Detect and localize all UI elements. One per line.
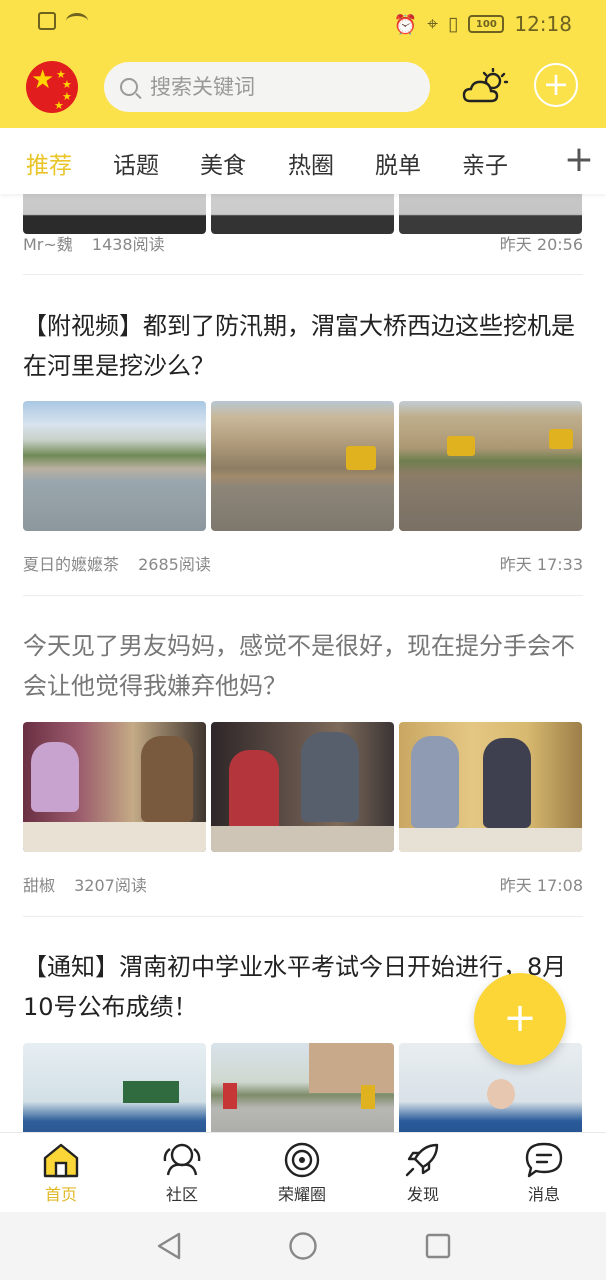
tab-topics[interactable]: 话题 [113,146,159,180]
list-item-meta: Mr~魏 1438阅读 昨天 20:56 [23,231,583,255]
vibrate-icon: ▯ [447,13,459,35]
list-item-meta: 甜椒 3207阅读 昨天 17:08 [23,872,583,896]
category-tabs: 推荐 话题 美食 热圈 脱单 亲子 + [0,128,606,194]
tab-hot-circle[interactable]: 热圈 [288,146,334,180]
nav-discover[interactable]: 发现 [373,1133,473,1213]
post-reads: 1438阅读 [91,235,165,254]
divider [23,595,583,596]
search-bar[interactable] [104,62,430,112]
top-header: ★ ★ ★ ★ ★ + [0,46,606,128]
post-time: 昨天 17:33 [499,555,583,574]
weather-icon[interactable] [462,68,510,106]
post-image[interactable] [399,401,582,531]
list-item-images [23,194,582,234]
post-title[interactable]: 今天见了男友妈妈，感觉不是很好，现在提分手会不会让他觉得我嫌弃他妈？ [23,626,583,706]
message-icon [525,1142,563,1178]
post-image[interactable] [211,722,394,852]
add-circle-button[interactable]: + [534,63,578,107]
tabs-fade [530,128,554,194]
nav-label: 社区 [165,1185,198,1204]
location-icon: ⌖ [427,13,438,35]
post-image[interactable] [399,722,582,852]
post-image[interactable] [23,194,206,234]
back-icon[interactable] [155,1231,183,1261]
list-item-meta: 夏日的嬷嬷茶 2685阅读 昨天 17:33 [23,551,583,575]
post-reads: 2685阅读 [138,555,211,574]
tab-recommend[interactable]: 推荐 [26,146,72,180]
divider [23,916,583,917]
post-image[interactable] [23,722,206,852]
post-image[interactable] [211,401,394,531]
alarm-icon: ⏰ [393,13,418,36]
nav-honor-circle[interactable]: 荣耀圈 [252,1133,352,1213]
post-author[interactable]: Mr~魏 [23,235,73,254]
home-icon [43,1143,79,1178]
post-time: 昨天 17:08 [499,876,583,895]
status-bar: ⏰ ⌖ ▯ 100 12:18 [0,0,606,46]
search-input[interactable] [150,75,390,99]
divider [23,274,583,275]
nav-label: 消息 [527,1185,560,1204]
status-time: 12:18 [514,12,572,36]
recents-icon[interactable] [424,1232,452,1260]
bottom-nav: 首页 社区 荣耀圈 发现 消息 [0,1132,606,1212]
nav-label: 荣耀圈 [277,1185,326,1204]
list-item-images [23,722,582,852]
rocket-icon [405,1143,439,1177]
post-image[interactable] [23,1043,206,1132]
post-image[interactable] [23,401,206,531]
post-image[interactable] [399,194,582,234]
post-title[interactable]: 【附视频】都到了防汛期，渭富大桥西边这些挖机是在河里是挖沙么？ [23,306,583,386]
post-author[interactable]: 夏日的嬷嬷茶 [23,555,119,574]
create-post-fab[interactable]: + [474,973,566,1065]
home-circle-icon[interactable] [288,1231,318,1261]
post-reads: 3207阅读 [74,876,147,895]
wifi-icon [66,13,88,29]
nav-messages[interactable]: 消息 [494,1133,594,1213]
china-flag-avatar-icon[interactable]: ★ ★ ★ ★ ★ [26,61,78,113]
battery-icon: 100 [468,15,505,33]
add-tab-button[interactable]: + [552,136,606,186]
post-image[interactable] [211,194,394,234]
nav-home[interactable]: 首页 [11,1133,111,1213]
tab-parenting[interactable]: 亲子 [462,146,508,180]
nav-label: 发现 [406,1185,439,1204]
tab-food[interactable]: 美食 [200,146,246,180]
post-image[interactable] [211,1043,394,1132]
app-screen: ⏰ ⌖ ▯ 100 12:18 ★ ★ ★ ★ ★ + [0,0,606,1280]
post-image[interactable] [399,1043,582,1132]
sim-card-icon [38,12,56,30]
honor-circle-icon [284,1142,320,1178]
post-time: 昨天 20:56 [499,235,583,254]
community-icon [163,1143,201,1176]
search-icon [120,78,138,96]
tab-dating[interactable]: 脱单 [375,146,421,180]
system-nav-bar [0,1212,606,1280]
nav-label: 首页 [44,1185,77,1204]
post-author[interactable]: 甜椒 [23,876,55,895]
nav-community[interactable]: 社区 [132,1133,232,1213]
list-item-images [23,401,582,531]
